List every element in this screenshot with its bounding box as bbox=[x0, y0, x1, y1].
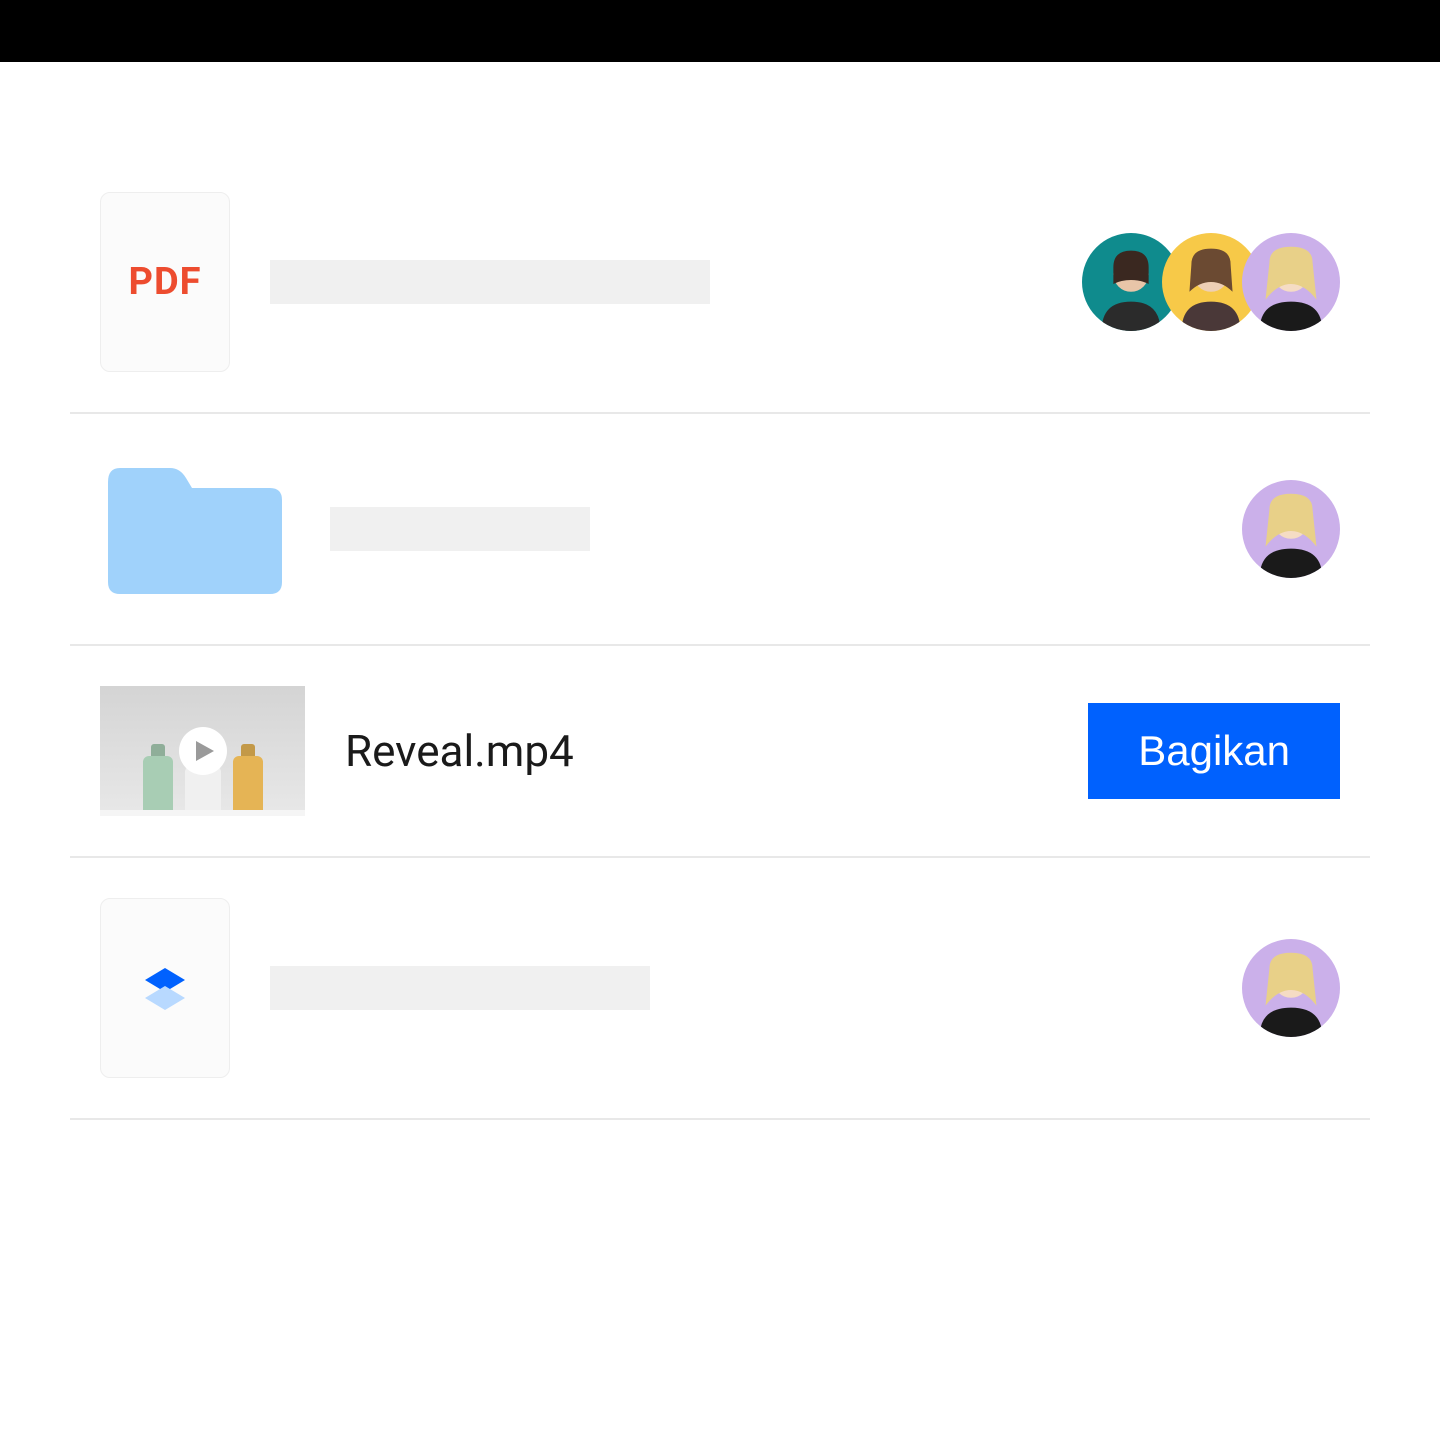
thumbnail-shelf bbox=[100, 810, 305, 816]
file-name-folder bbox=[330, 507, 1202, 551]
file-name-pdf bbox=[270, 260, 1042, 304]
person-icon bbox=[1242, 939, 1340, 1037]
avatar[interactable] bbox=[1242, 233, 1340, 331]
file-icon-folder bbox=[100, 454, 290, 604]
video-thumbnail bbox=[100, 686, 305, 816]
file-icon-video bbox=[100, 686, 305, 816]
file-name-paper bbox=[270, 966, 1202, 1010]
file-row-video[interactable]: Reveal.mp4 Bagikan bbox=[70, 646, 1370, 858]
pdf-badge-label: PDF bbox=[128, 260, 201, 304]
person-icon bbox=[1242, 233, 1340, 331]
file-row-pdf[interactable]: PDF bbox=[70, 152, 1370, 414]
folder-icon bbox=[100, 454, 290, 604]
filename-placeholder bbox=[330, 507, 590, 551]
thumbnail-object bbox=[143, 756, 173, 816]
file-actions-folder bbox=[1242, 480, 1340, 578]
pdf-card: PDF bbox=[100, 192, 230, 372]
avatar[interactable] bbox=[1242, 480, 1340, 578]
file-row-paper[interactable] bbox=[70, 858, 1370, 1120]
file-row-folder[interactable] bbox=[70, 414, 1370, 646]
play-icon bbox=[179, 727, 227, 775]
paper-card bbox=[100, 898, 230, 1078]
filename-placeholder bbox=[270, 966, 650, 1010]
filename-label: Reveal.mp4 bbox=[345, 725, 574, 777]
avatar-stack bbox=[1082, 233, 1340, 331]
top-black-bar bbox=[0, 0, 1440, 62]
file-icon-pdf: PDF bbox=[100, 192, 230, 372]
file-actions-pdf bbox=[1082, 233, 1340, 331]
person-icon bbox=[1242, 480, 1340, 578]
filename-placeholder bbox=[270, 260, 710, 304]
dropbox-paper-icon bbox=[137, 960, 193, 1016]
file-list: PDF bbox=[0, 62, 1440, 1120]
file-actions-video: Bagikan bbox=[1088, 703, 1340, 799]
file-icon-paper bbox=[100, 898, 230, 1078]
thumbnail-object bbox=[233, 756, 263, 816]
avatar[interactable] bbox=[1242, 939, 1340, 1037]
file-name-video: Reveal.mp4 bbox=[345, 725, 1048, 777]
share-button[interactable]: Bagikan bbox=[1088, 703, 1340, 799]
file-actions-paper bbox=[1242, 939, 1340, 1037]
